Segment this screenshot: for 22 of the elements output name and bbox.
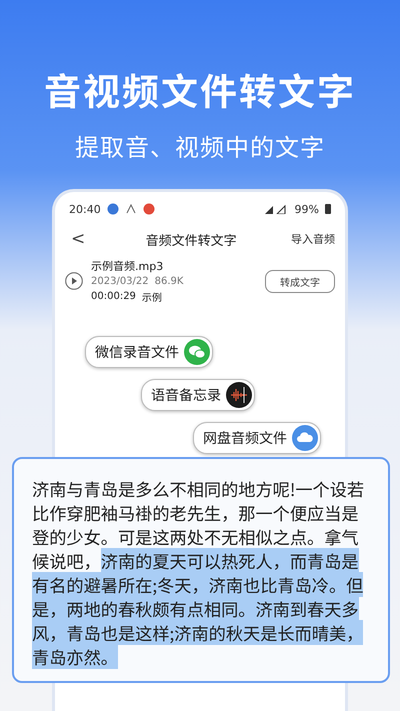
play-icon[interactable] bbox=[65, 272, 83, 290]
waveform-icon bbox=[226, 382, 252, 408]
notification-icons bbox=[106, 203, 157, 215]
file-size: 86.9K bbox=[154, 276, 184, 287]
convert-button[interactable]: 转成文字 bbox=[265, 270, 335, 292]
source-chip[interactable]: 网盘音频文件 bbox=[193, 422, 321, 454]
chat-bubbles-icon bbox=[184, 339, 210, 365]
file-name: 示例音频.mp3 bbox=[91, 259, 164, 274]
headline: 音视频文件转文字 bbox=[44, 70, 356, 116]
file-date: 2023/03/22 bbox=[91, 276, 149, 287]
battery-icon bbox=[325, 204, 331, 214]
source-chip[interactable]: 语音备忘录 bbox=[141, 379, 255, 411]
back-button[interactable]: < bbox=[65, 229, 92, 249]
source-chip[interactable]: 微信录音文件 bbox=[85, 336, 213, 368]
battery-level: 99% bbox=[294, 202, 319, 216]
cloud-icon bbox=[292, 425, 318, 451]
file-duration: 00:00:29 bbox=[91, 291, 136, 302]
import-audio-link[interactable]: 导入音频 bbox=[290, 231, 335, 247]
subheadline: 提取音、视频中的文字 bbox=[75, 133, 325, 163]
status-time: 20:40 bbox=[69, 202, 101, 216]
screen-title: 音频文件转文字 bbox=[146, 232, 237, 248]
file-tag: 示例 bbox=[142, 289, 162, 304]
